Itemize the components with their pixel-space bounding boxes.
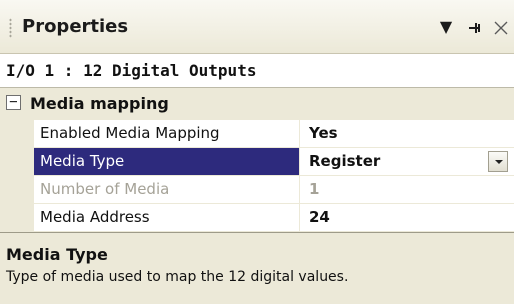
pin-icon-shape	[469, 22, 480, 33]
properties-panel: Properties ▼ I/O 1 : 12 Digital Outputs …	[0, 0, 514, 304]
panel-title: Properties	[22, 16, 129, 37]
dropdown-arrow-icon[interactable]: ▼	[436, 0, 456, 54]
description-pane: Media Type Type of media used to map the…	[0, 232, 514, 304]
panel-titlebar[interactable]: Properties ▼	[0, 0, 514, 54]
property-grid: − Media mapping Enabled Media Mapping Ye…	[0, 88, 514, 232]
property-name: Media Type	[34, 148, 300, 175]
property-value[interactable]: 24	[301, 204, 514, 231]
dropdown-button[interactable]	[488, 151, 508, 172]
description-title: Media Type	[6, 245, 108, 264]
category-media-mapping[interactable]: − Media mapping	[0, 88, 514, 120]
close-icon[interactable]	[490, 0, 512, 54]
close-icon-shape	[494, 21, 508, 34]
description-text: Type of media used to map the 12 digital…	[6, 269, 349, 285]
property-name: Enabled Media Mapping	[34, 120, 300, 147]
collapse-icon[interactable]: −	[6, 95, 21, 110]
property-value[interactable]: Register	[301, 148, 514, 175]
property-value: 1	[309, 180, 320, 198]
object-selector[interactable]: I/O 1 : 12 Digital Outputs	[0, 54, 514, 88]
category-label: Media mapping	[30, 94, 169, 113]
property-row-media-type[interactable]: Media Type Register	[34, 148, 514, 176]
property-name: Media Address	[34, 204, 300, 231]
property-row-number-of-media: Number of Media 1	[34, 176, 514, 204]
property-row-enabled-media-mapping[interactable]: Enabled Media Mapping Yes	[34, 120, 514, 148]
property-name: Number of Media	[34, 176, 300, 203]
pin-icon[interactable]	[464, 0, 484, 54]
grip-handle-icon[interactable]	[9, 18, 12, 38]
property-value[interactable]: Yes	[301, 120, 514, 147]
property-row-media-address[interactable]: Media Address 24	[34, 204, 514, 232]
